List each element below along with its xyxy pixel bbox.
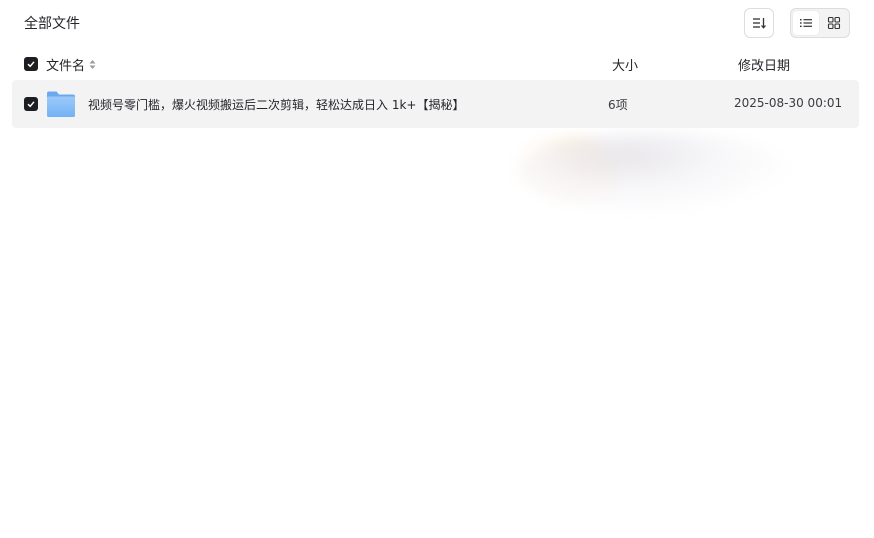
check-icon [27, 61, 35, 68]
folder-icon [47, 91, 75, 117]
select-all-checkbox[interactable] [24, 57, 38, 71]
decorative-shadow [520, 132, 790, 212]
list-view-button[interactable] [793, 11, 819, 35]
table-header: 文件名 大小 修改日期 [12, 50, 859, 78]
column-header-modified: 修改日期 [738, 59, 791, 74]
table-row[interactable]: 视频号零门槛，爆火视频搬运后二次剪辑，轻松达成日入 1k+【揭秘】 6项 202… [12, 80, 859, 128]
column-header-name[interactable]: 文件名 [46, 55, 96, 74]
column-header-size: 大小 [612, 59, 639, 74]
file-modified-date: 2025-08-30 00:01 [734, 96, 843, 110]
toolbar [744, 8, 850, 38]
check-icon [27, 101, 35, 108]
grid-view-icon [827, 16, 841, 30]
sort-button[interactable] [744, 8, 774, 38]
sort-icon [753, 18, 766, 29]
column-header-name-label: 文件名 [46, 59, 86, 74]
grid-view-button[interactable] [821, 11, 847, 35]
row-checkbox[interactable] [24, 97, 38, 111]
file-browser: 全部文件 文件名 大小 修改日期 视频号零门槛，爆火视频搬运后二次剪辑，轻松达成… [0, 0, 874, 538]
list-view-icon [800, 19, 812, 27]
file-size: 6项 [608, 98, 628, 112]
file-name[interactable]: 视频号零门槛，爆火视频搬运后二次剪辑，轻松达成日入 1k+【揭秘】 [88, 96, 464, 113]
view-mode-toggle [790, 8, 850, 38]
sort-toggle-icon [89, 60, 96, 69]
breadcrumb[interactable]: 全部文件 [24, 14, 80, 34]
